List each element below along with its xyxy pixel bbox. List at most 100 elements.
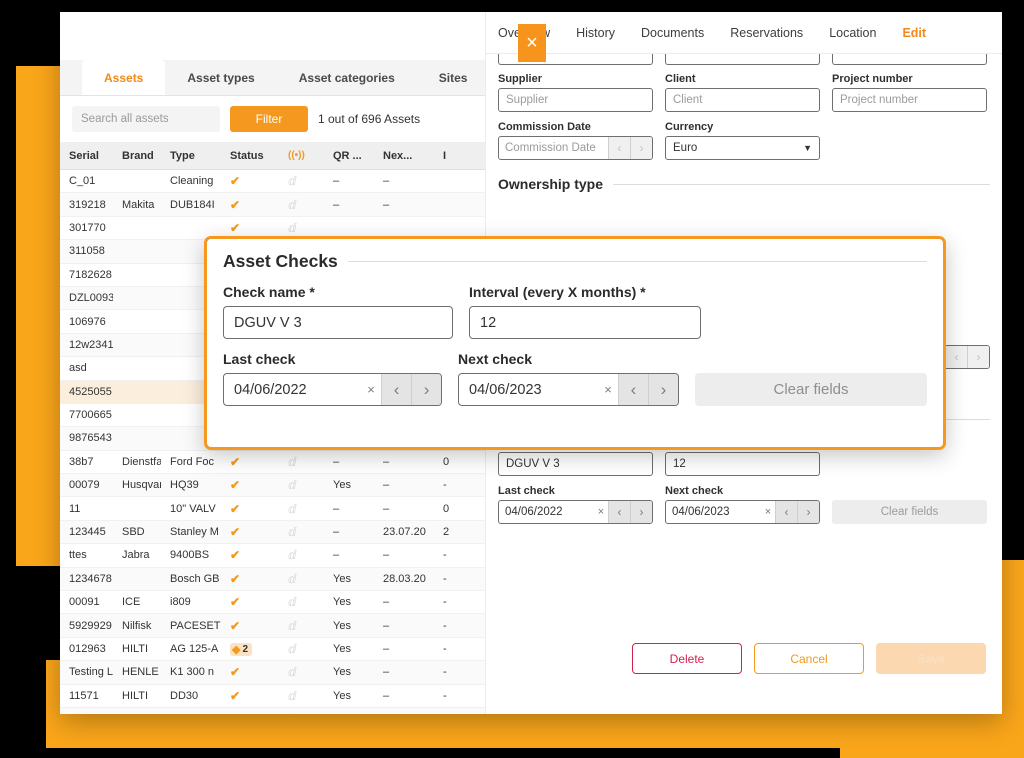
chevron-left-icon[interactable]: ‹ bbox=[608, 501, 630, 523]
subtab-asset-categories[interactable]: Asset categories bbox=[277, 60, 417, 95]
bg-last-check-value[interactable]: 04/06/2022 bbox=[499, 501, 594, 523]
cell-brand: Nilfisk bbox=[113, 620, 161, 632]
table-row[interactable]: 00091ICEi809✔ⅆYes–- bbox=[60, 591, 485, 614]
cell-signal: ⅆ bbox=[279, 525, 324, 539]
supplier-input[interactable]: Supplier bbox=[498, 88, 653, 112]
popup-last-check-value[interactable]: 04/06/2022 bbox=[224, 374, 361, 405]
signal-off-icon: ⅆ bbox=[288, 455, 297, 469]
popup-next-check-value[interactable]: 04/06/2023 bbox=[459, 374, 598, 405]
chevron-left-icon[interactable]: ‹ bbox=[381, 374, 411, 405]
table-row[interactable]: ttesJabra9400BS✔ⅆ––- bbox=[60, 544, 485, 567]
table-row[interactable]: C_01Cleaning✔ⅆ–– bbox=[60, 170, 485, 193]
bg-interval-input[interactable]: 12 bbox=[665, 452, 820, 476]
bg-check-name-input[interactable]: DGUV V 3 bbox=[498, 452, 653, 476]
cell-next: – bbox=[374, 175, 434, 187]
close-icon[interactable]: × bbox=[518, 24, 546, 62]
table-row[interactable]: 012963HILTIAG 125-A◆2ⅆYes–- bbox=[60, 638, 485, 661]
table-row[interactable]: 1234678Bosch GB✔ⅆYes28.03.20- bbox=[60, 568, 485, 591]
popup-check-name-input[interactable]: DGUV V 3 bbox=[223, 306, 453, 339]
cell-qr: – bbox=[324, 175, 374, 187]
commission-date-picker[interactable]: Commission Date ‹ › bbox=[498, 136, 653, 160]
asset-count-label: 1 out of 696 Assets bbox=[318, 112, 420, 126]
table-row[interactable]: 5929929NilfiskPACESET✔ⅆYes–- bbox=[60, 614, 485, 637]
bg-last-check-picker[interactable]: 04/06/2022 × ‹ › bbox=[498, 500, 653, 524]
client-input[interactable]: Client bbox=[665, 88, 820, 112]
clear-icon[interactable]: × bbox=[594, 501, 608, 523]
cell-signal: ⅆ bbox=[279, 478, 324, 492]
table-row[interactable]: 00079HusqvarHQ39✔ⅆYes–- bbox=[60, 474, 485, 497]
signal-off-icon: ⅆ bbox=[288, 689, 297, 703]
table-row[interactable]: Testing LHENLEK1 300 n✔ⅆYes–- bbox=[60, 661, 485, 684]
table-row[interactable]: 1110" VALV✔ⅆ––0 bbox=[60, 497, 485, 520]
tab-edit[interactable]: Edit bbox=[902, 26, 926, 40]
chevron-right-icon[interactable]: › bbox=[630, 501, 652, 523]
currency-value: Euro bbox=[673, 142, 697, 154]
column-header-serial[interactable]: Serial bbox=[60, 150, 113, 162]
filter-button[interactable]: Filter bbox=[230, 106, 308, 132]
subtab-assets[interactable]: Assets bbox=[82, 60, 165, 95]
column-header-signal[interactable]: ((•)) bbox=[279, 150, 324, 161]
cell-serial: 012963 bbox=[60, 643, 113, 655]
popup-clear-fields-wrap: Clear fields bbox=[695, 373, 927, 406]
table-row[interactable]: 11571HILTIDD30✔ⅆYes–- bbox=[60, 685, 485, 708]
check-icon: ✔ bbox=[230, 689, 240, 703]
cell-last: - bbox=[434, 713, 485, 714]
chevron-right-icon[interactable]: › bbox=[797, 501, 819, 523]
column-header-brand[interactable]: Brand bbox=[113, 150, 161, 162]
check-icon: ✔ bbox=[230, 595, 240, 609]
clear-icon[interactable]: × bbox=[598, 374, 618, 405]
table-row[interactable]: MeetingMeeting✔ⅆ––- bbox=[60, 708, 485, 714]
popup-next-check-picker[interactable]: 04/06/2023 × ‹ › bbox=[458, 373, 679, 406]
delete-button[interactable]: Delete bbox=[632, 643, 742, 674]
cell-next: – bbox=[374, 690, 434, 702]
column-header-last[interactable]: I bbox=[434, 150, 485, 162]
table-row[interactable]: 38b7DienstfalFord Foc✔ⅆ––0 bbox=[60, 451, 485, 474]
screen-root: ToolSense Assets Tickets152 × Assets Ass… bbox=[0, 0, 1024, 758]
table-row[interactable]: 123445SBDStanley M✔ⅆ–23.07.202 bbox=[60, 521, 485, 544]
clear-icon[interactable]: × bbox=[761, 501, 775, 523]
commission-date-value[interactable]: Commission Date bbox=[499, 137, 608, 159]
check-icon: ✔ bbox=[230, 665, 240, 679]
chevron-right-icon[interactable]: › bbox=[630, 137, 652, 159]
search-input[interactable] bbox=[72, 106, 220, 132]
column-header-qr[interactable]: QR ... bbox=[324, 150, 374, 162]
column-header-status[interactable]: Status bbox=[221, 150, 279, 162]
cell-brand: ICE bbox=[113, 596, 161, 608]
table-row[interactable]: 319218MakitaDUB184I✔ⅆ–– bbox=[60, 193, 485, 216]
bg-next-check-picker[interactable]: 04/06/2023 × ‹ › bbox=[665, 500, 820, 524]
chevron-left-icon[interactable]: ‹ bbox=[945, 346, 967, 368]
clear-icon[interactable]: × bbox=[361, 374, 381, 405]
currency-select[interactable]: Euro ▼ bbox=[665, 136, 820, 160]
chevron-left-icon[interactable]: ‹ bbox=[618, 374, 648, 405]
tab-reservations[interactable]: Reservations bbox=[730, 26, 803, 40]
cell-last: - bbox=[434, 643, 485, 655]
popup-last-check-picker[interactable]: 04/06/2022 × ‹ › bbox=[223, 373, 442, 406]
popup-interval-input[interactable]: 12 bbox=[469, 306, 701, 339]
column-header-type[interactable]: Type bbox=[161, 150, 221, 162]
subtab-sites[interactable]: Sites bbox=[417, 60, 485, 95]
save-button[interactable]: Save bbox=[876, 643, 986, 674]
bg-next-check-value[interactable]: 04/06/2023 bbox=[666, 501, 761, 523]
project-number-input[interactable]: Project number bbox=[832, 88, 987, 112]
chevron-left-icon[interactable]: ‹ bbox=[608, 137, 630, 159]
bg-clear-fields-button[interactable]: Clear fields bbox=[832, 500, 987, 524]
chevron-right-icon[interactable]: › bbox=[967, 346, 989, 368]
column-header-next[interactable]: Nex... bbox=[374, 150, 434, 162]
cell-serial: 9876543 bbox=[60, 432, 113, 444]
chevron-right-icon[interactable]: › bbox=[648, 374, 678, 405]
tab-location[interactable]: Location bbox=[829, 26, 876, 40]
popup-clear-fields-button[interactable]: Clear fields bbox=[695, 373, 927, 406]
supplier-label: Supplier bbox=[498, 73, 653, 85]
cell-serial: 00079 bbox=[60, 479, 113, 491]
tab-history[interactable]: History bbox=[576, 26, 615, 40]
cell-status: ✔ bbox=[221, 198, 279, 212]
truncated-field-row bbox=[498, 54, 990, 65]
cell-status: ✔ bbox=[221, 619, 279, 633]
subtab-asset-types[interactable]: Asset types bbox=[165, 60, 276, 95]
cancel-button[interactable]: Cancel bbox=[754, 643, 864, 674]
signal-off-icon: ⅆ bbox=[288, 548, 297, 562]
tab-documents[interactable]: Documents bbox=[641, 26, 704, 40]
chevron-right-icon[interactable]: › bbox=[411, 374, 441, 405]
chevron-left-icon[interactable]: ‹ bbox=[775, 501, 797, 523]
chevron-down-icon: ▼ bbox=[803, 143, 812, 153]
